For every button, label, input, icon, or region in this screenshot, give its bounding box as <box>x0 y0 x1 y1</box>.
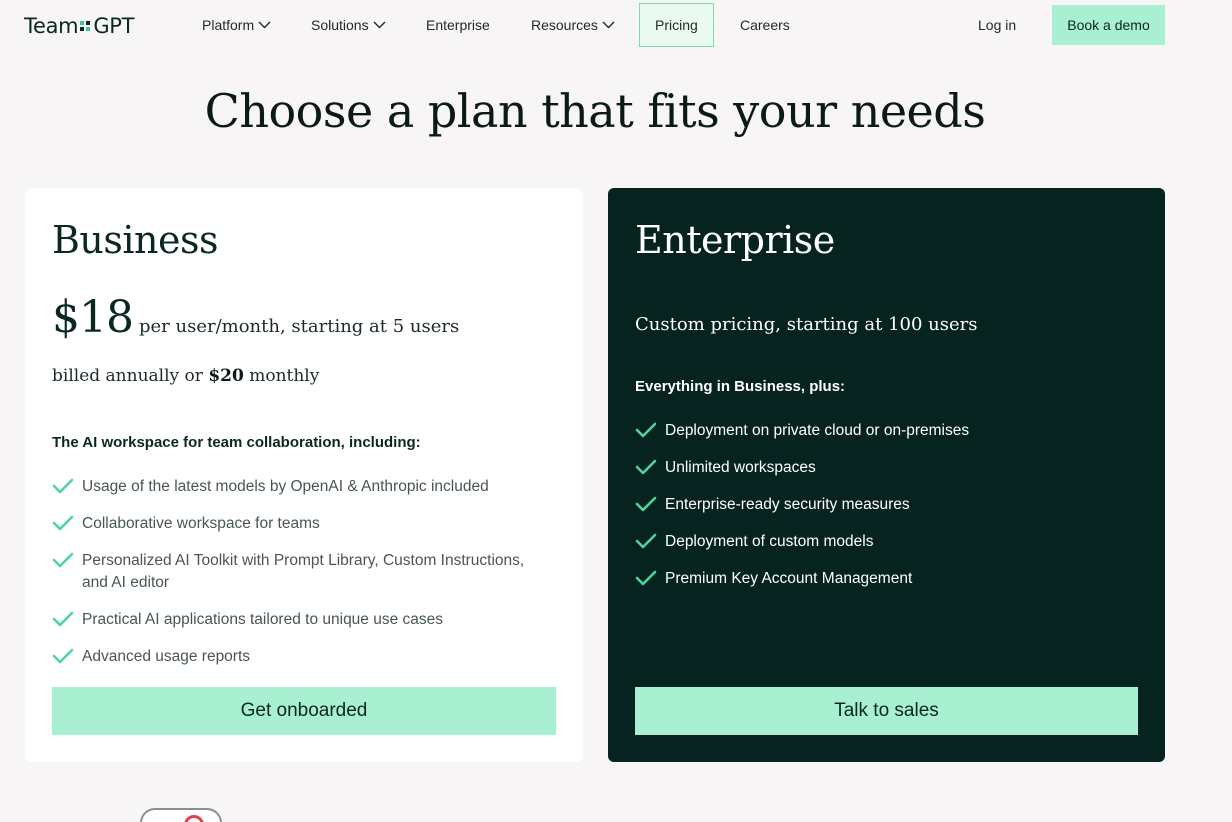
billing-note-text: billed annually or <box>52 366 209 386</box>
feature-text: Deployment on private cloud or on-premis… <box>665 422 970 439</box>
enterprise-plan-card: Enterprise Custom pricing, starting at 1… <box>608 188 1165 762</box>
nav-item-label: Platform <box>202 17 255 33</box>
check-icon <box>52 648 74 664</box>
price-subtext: per user/month, starting at 5 users <box>138 316 460 337</box>
feature-list: Usage of the latest models by OpenAI & A… <box>52 476 532 683</box>
check-icon <box>52 611 74 627</box>
check-icon <box>52 515 74 531</box>
list-item: Deployment of custom models <box>635 531 1135 553</box>
feature-text: Deployment of custom models <box>665 533 874 550</box>
list-item: Enterprise-ready security measures <box>635 494 1135 516</box>
list-item: Deployment on private cloud or on-premis… <box>635 420 1135 442</box>
team-gpt-logo[interactable]: Team GPT <box>24 12 134 40</box>
chevron-down-icon <box>602 21 615 29</box>
nav-item-label: Solutions <box>311 17 369 33</box>
chevron-down-icon <box>373 21 386 29</box>
list-item: Collaborative workspace for teams <box>52 513 532 535</box>
billing-note-text: monthly <box>243 366 320 386</box>
nav-item-pricing[interactable]: Pricing <box>639 3 714 47</box>
nav-item-resources[interactable]: Resources <box>531 0 615 50</box>
feature-text: Personalized AI Toolkit with Prompt Libr… <box>82 552 525 591</box>
login-link[interactable]: Log in <box>978 0 1016 50</box>
nav-item-solutions[interactable]: Solutions <box>311 0 386 50</box>
features-heading: The AI workspace for team collaboration,… <box>52 434 421 451</box>
features-heading: Everything in Business, plus: <box>635 378 846 395</box>
page-title: Choose a plan that fits your needs <box>204 84 986 138</box>
nav-item-label: Enterprise <box>426 17 490 33</box>
feature-text: Advanced usage reports <box>82 648 251 665</box>
nav-item-platform[interactable]: Platform <box>202 0 271 50</box>
feature-text: Usage of the latest models by OpenAI & A… <box>82 478 489 495</box>
plan-price: $18 <box>52 292 134 343</box>
monthly-price: $20 <box>208 366 244 386</box>
check-icon <box>635 533 657 549</box>
nav-item-label: Pricing <box>655 17 698 33</box>
price-row: $18 per user/month, starting at 5 users <box>52 292 459 343</box>
check-icon <box>635 422 657 438</box>
book-demo-button[interactable]: Book a demo <box>1052 5 1165 45</box>
check-icon <box>52 552 74 568</box>
feature-text: Practical AI applications tailored to un… <box>82 611 444 628</box>
logo-text-gpt: GPT <box>93 14 135 38</box>
talk-to-sales-button[interactable]: Talk to sales <box>635 687 1138 735</box>
list-item: Personalized AI Toolkit with Prompt Libr… <box>52 550 532 594</box>
nav-item-label: Careers <box>740 17 790 33</box>
feature-text: Enterprise-ready security measures <box>665 496 910 513</box>
nav-item-careers[interactable]: Careers <box>740 0 790 50</box>
record-dot-icon <box>184 815 204 822</box>
feature-list: Deployment on private cloud or on-premis… <box>635 420 1135 605</box>
check-icon <box>635 496 657 512</box>
feature-text: Unlimited workspaces <box>665 459 816 476</box>
plan-name: Business <box>52 218 219 262</box>
check-icon <box>635 459 657 475</box>
list-item: Usage of the latest models by OpenAI & A… <box>52 476 532 498</box>
plan-name: Enterprise <box>635 218 835 262</box>
business-plan-card: Business $18 per user/month, starting at… <box>25 188 583 762</box>
check-icon <box>635 570 657 586</box>
nav-item-label: Resources <box>531 17 598 33</box>
logo-text-team: Team <box>24 14 79 38</box>
custom-pricing-text: Custom pricing, starting at 100 users <box>635 314 978 335</box>
partial-badge-icon <box>140 808 222 822</box>
list-item: Unlimited workspaces <box>635 457 1135 479</box>
chevron-down-icon <box>258 21 271 29</box>
check-icon <box>52 478 74 494</box>
logo-dots-icon <box>80 21 91 31</box>
get-onboarded-button[interactable]: Get onboarded <box>52 687 556 735</box>
billing-note: billed annually or $20 monthly <box>52 366 319 386</box>
list-item: Advanced usage reports <box>52 646 532 668</box>
list-item: Premium Key Account Management <box>635 568 1135 590</box>
list-item: Practical AI applications tailored to un… <box>52 609 532 631</box>
top-nav: Team GPT Platform Solutions Enterprise R… <box>0 0 1232 50</box>
feature-text: Collaborative workspace for teams <box>82 515 320 532</box>
nav-item-enterprise[interactable]: Enterprise <box>426 0 490 50</box>
feature-text: Premium Key Account Management <box>665 570 913 587</box>
